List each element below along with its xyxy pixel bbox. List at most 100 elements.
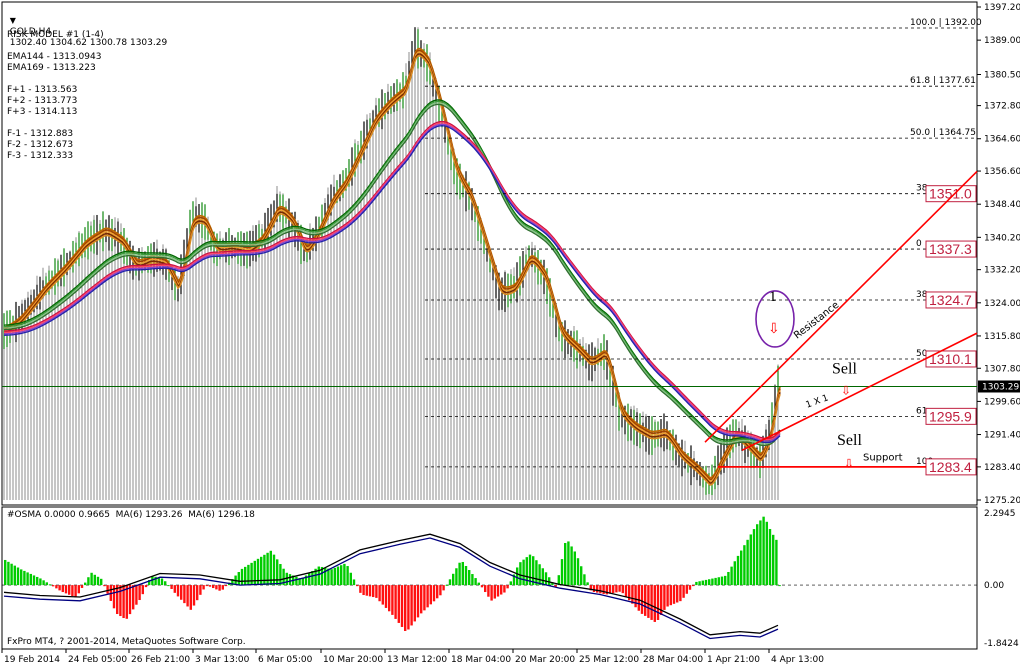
price-tick-label: 1283.40 [984, 463, 1020, 473]
time-tick-label: 6 Mar 05:00 [258, 655, 313, 665]
osma-bar [368, 585, 372, 597]
osma-bar [359, 585, 362, 593]
osma-bar [253, 560, 256, 586]
osma-bar [720, 576, 724, 586]
osma-bar [199, 585, 202, 595]
osma-bar [186, 585, 189, 607]
fib-label: 100.0 | 1392.00 [910, 18, 982, 28]
osma-bar [189, 585, 192, 610]
osma-bar [740, 550, 743, 586]
osma-bar [762, 516, 765, 586]
osma-bar [592, 585, 596, 592]
osma-bar [695, 581, 698, 586]
osma-bar [7, 561, 10, 586]
osma-bar [336, 566, 340, 586]
time-tick-label: 24 Feb 05:00 [68, 655, 127, 665]
osma-bar [772, 534, 775, 586]
osma-bar [340, 565, 343, 586]
price-tick-label: 1372.80 [984, 102, 1020, 112]
osma-bar [653, 585, 656, 622]
sell-label-top: Sell [832, 361, 857, 378]
price-tick-label: 1397.20 [984, 3, 1020, 13]
osma-bar [384, 585, 388, 608]
osma-bar [404, 585, 407, 631]
osma-bar [727, 571, 730, 586]
osma-bar [221, 585, 224, 590]
osma-bar [10, 563, 13, 586]
osma-bar [506, 585, 509, 589]
osma-bar [23, 570, 26, 586]
osma-bar [208, 585, 212, 587]
osma-bar [68, 585, 71, 595]
osma-bar [295, 576, 298, 586]
osma-bar [48, 584, 52, 586]
osma-bar [16, 567, 20, 586]
osma-bar [672, 585, 676, 604]
osma-bar [471, 574, 474, 586]
osma-bar [413, 585, 416, 622]
osma-bar [682, 585, 685, 598]
osma-bar [106, 585, 109, 594]
osma-bar [100, 578, 103, 586]
osma-bar [461, 561, 464, 586]
osma-bar [196, 585, 199, 601]
price-tick-label: 1315.80 [984, 332, 1020, 342]
osma-bar [688, 585, 692, 590]
osma-bar [164, 581, 167, 586]
osma-bar [333, 567, 336, 586]
osma-bar [679, 585, 682, 602]
fib-label: 0 [916, 239, 922, 249]
osma-bar [560, 559, 564, 586]
osma-bar [746, 539, 749, 586]
osma-bar [391, 585, 394, 615]
price-tick-label: 1332.20 [984, 266, 1020, 276]
osma-bar [128, 585, 132, 615]
osma-scale-label: -1.8424 [984, 639, 1019, 649]
osma-bar [80, 585, 84, 588]
osma-bar [90, 572, 93, 586]
osma-bar [429, 585, 432, 605]
osma-bar [160, 578, 164, 586]
osma-bar [778, 585, 781, 587]
osma-header: #OSMA 0.0000 0.9665 MA(6) 1293.26 MA(6) … [7, 510, 255, 520]
osma-bar [436, 585, 439, 599]
osma-bar [711, 578, 714, 586]
osma-bar [212, 585, 215, 589]
time-tick-label: 4 Apr 13:00 [771, 655, 824, 665]
osma-bar [522, 559, 525, 586]
osma-bar [644, 585, 647, 616]
price-tick-label: 1275.20 [984, 496, 1020, 506]
osma-bar [442, 585, 445, 591]
info-line [7, 118, 104, 129]
osma-bar [183, 585, 186, 604]
osma-bar [493, 585, 496, 599]
osma-bar [573, 551, 576, 586]
osma-bar [432, 585, 436, 602]
osma-bar [580, 566, 583, 586]
osma-bar [576, 558, 580, 586]
osma-bar [724, 575, 727, 586]
osma-bar [426, 585, 429, 608]
osma-bar [84, 582, 87, 586]
osma-bar [218, 585, 221, 591]
info-line [7, 41, 104, 52]
time-tick-label: 10 Mar 20:00 [323, 655, 383, 665]
osma-bar [205, 585, 208, 587]
osma-bar [32, 575, 36, 586]
osma-bar [93, 574, 96, 586]
price-chart[interactable]: 100.0 | 1392.00 61.8 | 1377.61 50.0 | 1364… [0, 0, 1020, 667]
osma-bar [500, 585, 503, 595]
osma-bar [631, 585, 634, 604]
osma-bar [237, 572, 240, 586]
wave-number-label: 1 [769, 289, 777, 305]
osma-bar [656, 585, 660, 620]
level-box-value: 1295.9 [929, 408, 972, 424]
osma-bar [141, 585, 144, 595]
info-line: F+2 - 1313.773 [7, 96, 78, 106]
price-tick-label: 1389.00 [984, 36, 1020, 46]
price-tick-label: 1356.60 [984, 167, 1020, 177]
info-line: RISK MODEL #1 (1-4) [7, 30, 104, 40]
collapse-triangle-icon[interactable]: ▼ [10, 16, 16, 25]
osma-bar [439, 585, 442, 596]
osma-bar [103, 585, 106, 587]
